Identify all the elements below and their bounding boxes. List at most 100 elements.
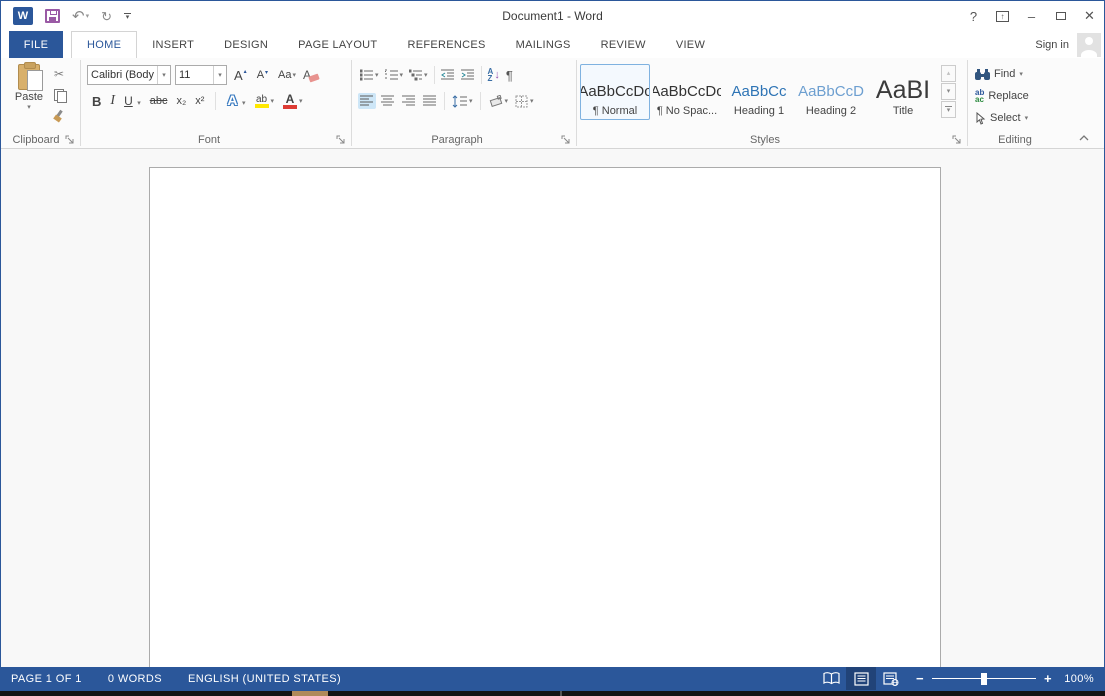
paste-dropdown-caret[interactable]: ▾ [27,104,31,111]
underline-caret[interactable]: ▾ [137,100,141,107]
minimize-button[interactable]: – [1017,1,1046,31]
read-mode-button[interactable] [816,667,846,690]
web-layout-button[interactable] [876,667,906,690]
font-dialog-launcher[interactable] [336,135,346,145]
bullets-button[interactable]: ▾ [358,67,381,83]
borders-button[interactable]: ▾ [513,93,536,110]
zoom-slider[interactable] [932,672,1036,686]
styles-dialog-launcher[interactable] [952,135,962,145]
grow-font-button[interactable]: A▴ [231,67,250,84]
style-normal[interactable]: AaBbCcDc ¶ Normal [580,64,650,120]
change-case-button[interactable]: Aa▾ [275,68,299,82]
ribbon-display-options-button[interactable]: ↑ [988,1,1017,31]
format-painter-button[interactable] [49,108,69,124]
desktop-sliver [0,691,1105,696]
paragraph-group: ▾ ▾ ▾ AZ [353,58,575,148]
collapse-ribbon-button[interactable] [1078,134,1090,142]
maximize-button[interactable] [1046,1,1075,31]
zoom-in-button[interactable]: + [1044,671,1052,686]
sign-in-link[interactable]: Sign in [1035,39,1069,51]
find-button[interactable]: Find ▾ [971,63,1059,85]
undo-button[interactable]: ↶ ▾ [72,9,89,24]
subscript-button[interactable]: x₂ [176,95,186,107]
tab-design[interactable]: DESIGN [209,31,283,58]
tab-references[interactable]: REFERENCES [392,31,500,58]
font-name-caret-icon[interactable]: ▾ [157,66,170,84]
help-button[interactable]: ? [959,1,988,31]
style-heading2[interactable]: AaBbCcD Heading 2 [796,64,866,120]
text-effects-caret[interactable]: ▾ [242,100,246,107]
tab-view[interactable]: VIEW [661,31,720,58]
numbering-button[interactable]: ▾ [383,67,406,83]
line-spacing-caret[interactable]: ▾ [469,98,473,105]
page-count-status[interactable]: PAGE 1 OF 1 [11,673,82,685]
document-page[interactable] [149,167,941,667]
align-right-button[interactable] [400,93,418,109]
clear-formatting-button[interactable]: A [303,68,319,82]
shading-button[interactable]: ▾ [486,93,511,110]
sort-button[interactable]: AZ ↓ [486,66,502,84]
select-caret[interactable]: ▾ [1025,115,1029,122]
clipboard-dialog-launcher[interactable] [65,135,75,145]
italic-button[interactable]: I [110,93,115,109]
select-button[interactable]: Select ▾ [971,107,1059,129]
font-size-caret-icon[interactable]: ▾ [213,66,226,84]
style-no-spacing[interactable]: AaBbCcDc ¶ No Spac... [652,64,722,120]
copy-button[interactable] [49,87,69,103]
find-caret[interactable]: ▾ [1019,71,1023,78]
multilevel-caret[interactable]: ▾ [424,72,428,79]
tab-insert[interactable]: INSERT [137,31,209,58]
paragraph-dialog-launcher[interactable] [561,135,571,145]
style-title[interactable]: AaBI Title [868,64,938,120]
justify-button[interactable] [421,93,439,109]
tab-page-layout[interactable]: PAGE LAYOUT [283,31,392,58]
borders-caret[interactable]: ▾ [530,98,534,105]
font-color-button[interactable]: A ▾ [283,94,303,109]
print-layout-button[interactable] [846,667,876,690]
styles-scroll-up-button[interactable]: ▴ [941,65,956,82]
font-name-combo[interactable]: Calibri (Body ▾ [87,65,171,85]
increase-indent-button[interactable] [459,67,477,83]
word-app-icon[interactable]: W [13,7,33,25]
user-avatar[interactable] [1077,33,1101,57]
language-status[interactable]: ENGLISH (UNITED STATES) [188,673,341,685]
zoom-slider-thumb[interactable] [981,673,987,685]
styles-more-button[interactable]: ▾ [941,101,956,118]
customize-qat-button[interactable]: ▾ [124,13,131,19]
tab-mailings[interactable]: MAILINGS [501,31,586,58]
word-count-status[interactable]: 0 WORDS [108,673,162,685]
redo-icon[interactable]: ↻ [101,10,112,23]
numbering-caret[interactable]: ▾ [400,72,404,79]
undo-dropdown-caret[interactable]: ▾ [86,12,90,20]
replace-button[interactable]: abac Replace [971,85,1059,107]
style-heading1[interactable]: AaBbCc Heading 1 [724,64,794,120]
show-hide-marks-button[interactable]: ¶ [504,66,515,85]
bullets-caret[interactable]: ▾ [375,72,379,79]
close-button[interactable]: ✕ [1075,1,1104,31]
zoom-level-button[interactable]: 100% [1062,673,1104,685]
paste-button[interactable]: Paste ▾ [9,62,49,130]
multilevel-list-button[interactable]: ▾ [407,67,430,83]
zoom-out-button[interactable]: − [916,671,924,686]
shrink-font-button[interactable]: A▾ [254,68,271,82]
save-icon[interactable] [45,9,60,23]
styles-scroll-down-button[interactable]: ▾ [941,83,956,100]
cut-button[interactable]: ✂ [49,66,69,82]
font-size-combo[interactable]: 11 ▾ [175,65,227,85]
tab-home[interactable]: HOME [71,31,137,58]
line-spacing-button[interactable]: ▾ [450,93,475,110]
font-color-caret[interactable]: ▾ [299,98,303,105]
highlight-color-button[interactable]: ab ▾ [255,95,275,108]
underline-button[interactable]: U ▾ [124,92,141,110]
shading-caret[interactable]: ▾ [505,98,509,105]
text-effects-button[interactable]: A ▾ [227,92,245,110]
tab-review[interactable]: REVIEW [586,31,661,58]
tab-file[interactable]: FILE [9,31,63,58]
superscript-button[interactable]: x² [195,95,204,107]
bold-button[interactable]: B [92,94,101,109]
align-center-button[interactable] [379,93,397,109]
align-left-button[interactable] [358,93,376,109]
highlight-caret[interactable]: ▾ [271,98,275,105]
strikethrough-button[interactable]: abc [150,95,168,107]
decrease-indent-button[interactable] [439,67,457,83]
